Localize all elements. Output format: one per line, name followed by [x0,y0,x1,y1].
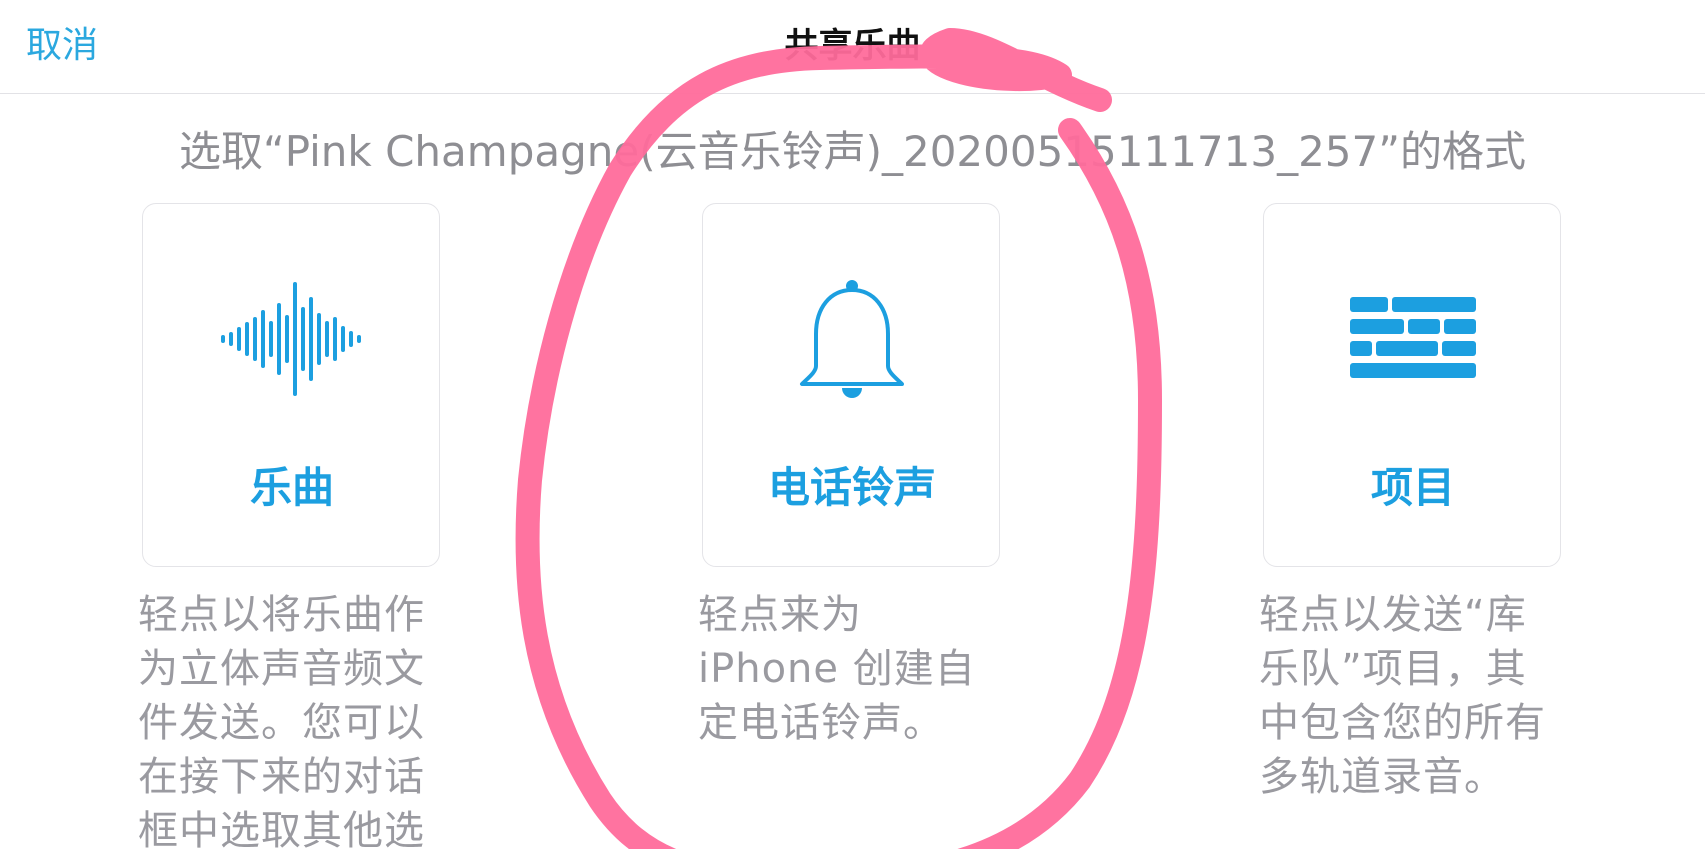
project-option-description: 轻点以发送“库 乐队”项目，其 中包含您的所有 多轨道录音。 [1259,588,1569,804]
description-line: 框中选取其他选 [138,808,425,849]
description-line: 轻点来为 [698,592,862,638]
ringtone-option-description: 轻点来为 iPhone 创建自 定电话铃声。 [698,588,1008,750]
description-line: 乐队”项目，其 [1259,646,1527,692]
bell-icon [703,274,1001,404]
description-line: 轻点以发送“库 [1259,592,1527,638]
format-prompt: 选取“Pink Champagne(云音乐铃声)_20200515111713_… [178,127,1527,176]
description-line: 在接下来的对话 [138,754,425,800]
project-option-card[interactable]: 项目 [1263,203,1561,567]
page-title: 共享乐曲 [784,26,921,66]
description-line: 轻点以将乐曲作 [138,592,425,638]
description-line: 中包含您的所有 [1259,700,1546,746]
description-line: 为立体声音频文 [138,646,425,692]
navigation-bar: 取消 共享乐曲 [0,0,1705,94]
ringtone-option-label: 电话铃声 [767,463,936,512]
description-line: 定电话铃声。 [698,700,944,746]
song-option-card[interactable]: 乐曲 [142,203,440,567]
waveform-icon [143,274,441,404]
description-line: iPhone 创建自 [698,646,976,692]
share-song-sheet: 取消 共享乐曲 选取“Pink Champagne(云音乐铃声)_2020051… [0,0,1705,849]
song-option-description: 轻点以将乐曲作 为立体声音频文 件发送。您可以 在接下来的对话 框中选取其他选 [138,588,448,849]
bricks-icon [1264,274,1562,404]
description-line: 多轨道录音。 [1259,754,1505,800]
description-line: 件发送。您可以 [138,700,425,746]
song-option-label: 乐曲 [249,463,334,512]
project-option-label: 项目 [1370,463,1455,512]
ringtone-option-card[interactable]: 电话铃声 [702,203,1000,567]
